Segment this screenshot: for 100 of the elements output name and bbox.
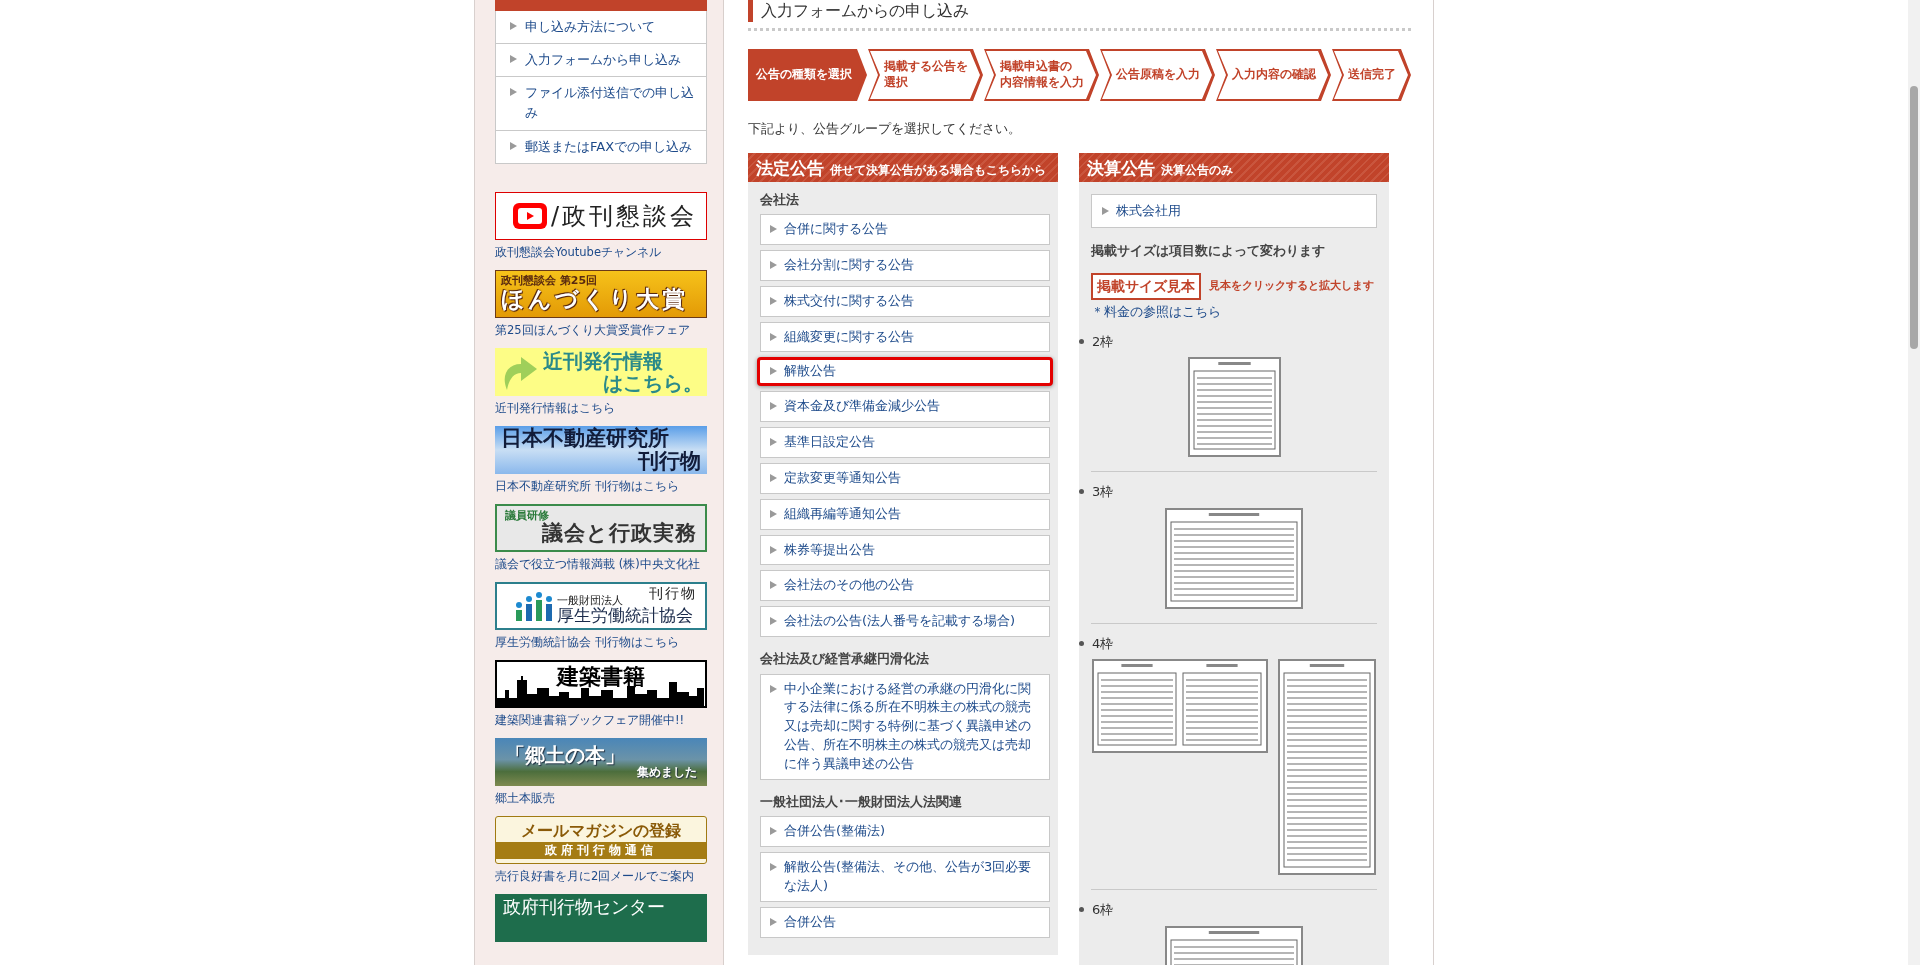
notice-link[interactable]: 株券等提出公告 bbox=[760, 534, 1050, 566]
notice-link[interactable]: 基準日設定公告 bbox=[760, 427, 1050, 458]
panel-subtitle: 併せて決算公告がある場合もこちらから bbox=[830, 161, 1046, 179]
banner-caption-link[interactable]: 郷土本販売 bbox=[495, 789, 707, 806]
banner-text: はこちら。 bbox=[603, 371, 704, 394]
banner[interactable]: 日本不動産研究所 刊行物 bbox=[495, 425, 707, 474]
notice-link[interactable]: 会社法のその他の公告 bbox=[760, 570, 1050, 602]
group-heading: 会社法及び経営承継円滑化法 bbox=[760, 650, 930, 669]
banner[interactable]: 一般財団法人 刊行物 厚生労働統計協会 bbox=[495, 581, 707, 630]
banner[interactable]: 「郷土の本」 集めました bbox=[495, 737, 707, 786]
size-label: 6枠 bbox=[1092, 901, 1114, 920]
bullet-icon bbox=[770, 260, 777, 269]
play-icon bbox=[512, 202, 547, 229]
bullet-icon bbox=[770, 402, 777, 411]
title-accent-bar bbox=[748, 0, 753, 22]
bullet-icon bbox=[770, 296, 777, 305]
bullet-icon bbox=[770, 684, 777, 693]
banner[interactable]: /政刊懇談会 bbox=[495, 191, 707, 240]
instruction-text: 下記より、公告グループを選択してください。 bbox=[748, 120, 1022, 138]
hint-text: 見本をクリックすると拡大します bbox=[1209, 278, 1374, 295]
notice-link[interactable]: 会社分割に関する公告 bbox=[760, 249, 1050, 281]
bullet-icon bbox=[770, 332, 777, 341]
banner-text: 刊行物 bbox=[636, 449, 701, 473]
banner[interactable]: メールマガジンの登録 政府刊行物通信 bbox=[495, 815, 707, 864]
notice-link[interactable]: 合併公告 bbox=[760, 906, 1050, 938]
banner-text: 政府刊行物センター bbox=[503, 896, 666, 917]
banner-text: /政刊懇談会 bbox=[550, 202, 698, 229]
scrollbar-track[interactable] bbox=[1908, 0, 1920, 965]
banner-text: 議会と行政実務 bbox=[541, 522, 697, 546]
banner-text: メールマガジンの登録 bbox=[520, 819, 682, 842]
notice-link[interactable]: 株式交付に関する公告 bbox=[760, 285, 1050, 317]
banner-caption-link[interactable]: 売行良好書を月に2回メールでご案内 bbox=[495, 867, 707, 884]
bullet-icon bbox=[770, 917, 777, 926]
side-menu-item[interactable]: 郵送またはFAXでの申し込み bbox=[496, 130, 706, 163]
banner-text: 政府刊行物通信 bbox=[496, 842, 706, 860]
bullet-icon bbox=[770, 367, 777, 376]
banner-caption-link[interactable]: 近刊発行情報はこちら bbox=[495, 399, 707, 416]
banner-caption-link[interactable]: 議会で役立つ情報満載 (株)中央文化社 bbox=[495, 555, 707, 572]
sample-size-button[interactable]: 掲載サイズ見本 bbox=[1091, 273, 1201, 301]
people-bars-icon bbox=[514, 590, 553, 621]
bullet-icon bbox=[510, 55, 517, 64]
bullet-icon bbox=[770, 473, 777, 482]
document-thumbnail[interactable] bbox=[1165, 507, 1303, 609]
scrollbar-thumb[interactable] bbox=[1910, 86, 1918, 349]
banner[interactable]: 政府刊行物センター bbox=[495, 893, 707, 942]
banner-caption-link[interactable]: 政刊懇談会Youtubeチャンネル bbox=[495, 243, 707, 260]
banner[interactable]: 近刊発行情報 はこちら。 bbox=[495, 347, 707, 396]
notice-link[interactable]: 資本金及び準備金減少公告 bbox=[760, 391, 1050, 423]
document-thumbnail[interactable] bbox=[1187, 357, 1281, 458]
size-note: 掲載サイズは項目数によって変わります bbox=[1091, 242, 1326, 261]
side-menu-item[interactable]: ファイル添付送信での申し込み bbox=[496, 77, 706, 131]
bullet-icon bbox=[510, 88, 517, 97]
bullet-icon bbox=[1079, 640, 1084, 646]
size-label: 2枠 bbox=[1092, 332, 1114, 351]
banner-text: 建築書籍 bbox=[555, 664, 646, 689]
progress-step: 入力内容の確認 bbox=[1216, 49, 1331, 101]
bullet-icon bbox=[770, 509, 777, 518]
size-label: 3枠 bbox=[1092, 483, 1114, 502]
banner-caption-link[interactable]: 日本不動産研究所 刊行物はこちら bbox=[495, 477, 707, 494]
panel-subtitle: 決算公告のみ bbox=[1161, 161, 1233, 179]
notice-link[interactable]: 組織変更に関する公告 bbox=[760, 321, 1050, 353]
notice-link[interactable]: 合併公告(整備法) bbox=[760, 816, 1050, 848]
banner-text: 厚生労働統計協会 bbox=[556, 606, 693, 625]
banner-caption-link[interactable]: 厚生労働統計協会 刊行物はこちら bbox=[495, 633, 707, 650]
notice-link[interactable]: 定款変更等通知公告 bbox=[760, 462, 1050, 494]
notice-link[interactable]: 解散公告(整備法、その他、公告が3回必要な法人) bbox=[760, 852, 1050, 902]
banner[interactable]: 政刊懇談会 第25回 ほんづくり大賞 bbox=[495, 269, 707, 318]
page-title: 入力フォームからの申し込み bbox=[761, 1, 969, 21]
bullet-icon bbox=[1079, 907, 1084, 913]
progress-step: 送信完了 bbox=[1332, 49, 1411, 101]
progress-step: 公告の種類を選択 bbox=[748, 49, 867, 101]
bullet-icon bbox=[770, 827, 777, 836]
bullet-icon bbox=[770, 545, 777, 554]
progress-step: 掲載する公告を 選択 bbox=[868, 49, 983, 101]
banner[interactable]: 建築書籍 bbox=[495, 659, 707, 708]
banner-caption-link[interactable]: 建築関連書籍ブックフェア開催中!! bbox=[495, 711, 707, 728]
bullet-icon bbox=[1102, 206, 1109, 215]
bullet-icon bbox=[770, 438, 777, 447]
bullet-icon bbox=[1079, 338, 1084, 344]
banner-text: ほんづくり大賞 bbox=[501, 287, 689, 313]
notice-link[interactable]: 合併に関する公告 bbox=[760, 214, 1050, 245]
banner-caption-link[interactable]: 第25回ほんづくり大賞受賞作フェア bbox=[495, 321, 707, 338]
group-heading: 会社法 bbox=[760, 190, 800, 209]
bullet-icon bbox=[1079, 489, 1084, 495]
side-menu-item[interactable]: 申し込み方法について bbox=[496, 11, 706, 45]
banner[interactable]: 議員研修 議会と行政実務 bbox=[495, 503, 707, 552]
side-menu-item[interactable]: 入力フォームから申し込み bbox=[496, 44, 706, 78]
notice-link[interactable]: 株式会社用 bbox=[1091, 193, 1377, 229]
panel-title: 法定公告 bbox=[756, 156, 824, 180]
bullet-icon bbox=[770, 225, 777, 233]
notice-link[interactable]: 組織再編等通知公告 bbox=[760, 498, 1050, 530]
document-thumbnail[interactable] bbox=[1092, 659, 1268, 754]
fee-link[interactable]: ＊料金の参照はこちら bbox=[1091, 302, 1221, 322]
notice-link[interactable]: 解散公告 bbox=[757, 357, 1053, 387]
progress-step: 掲載申込書の 内容情報を入力 bbox=[984, 49, 1099, 101]
notice-link[interactable]: 会社法の公告(法人番号を記載する場合) bbox=[760, 606, 1050, 638]
document-thumbnail[interactable] bbox=[1278, 659, 1376, 876]
banner-text: 集めました bbox=[636, 766, 697, 780]
notice-link[interactable]: 中小企業における経営の承継の円滑化に関する法律に係る所在不明株主の株式の競売又は売却に関する特例に基づく異議申述の公告、所在不明株主の株式の競売又は売却に伴う異議申述の公告 bbox=[760, 673, 1050, 780]
group-heading: 一般社団法人･一般財団法人法関連 bbox=[760, 792, 963, 811]
